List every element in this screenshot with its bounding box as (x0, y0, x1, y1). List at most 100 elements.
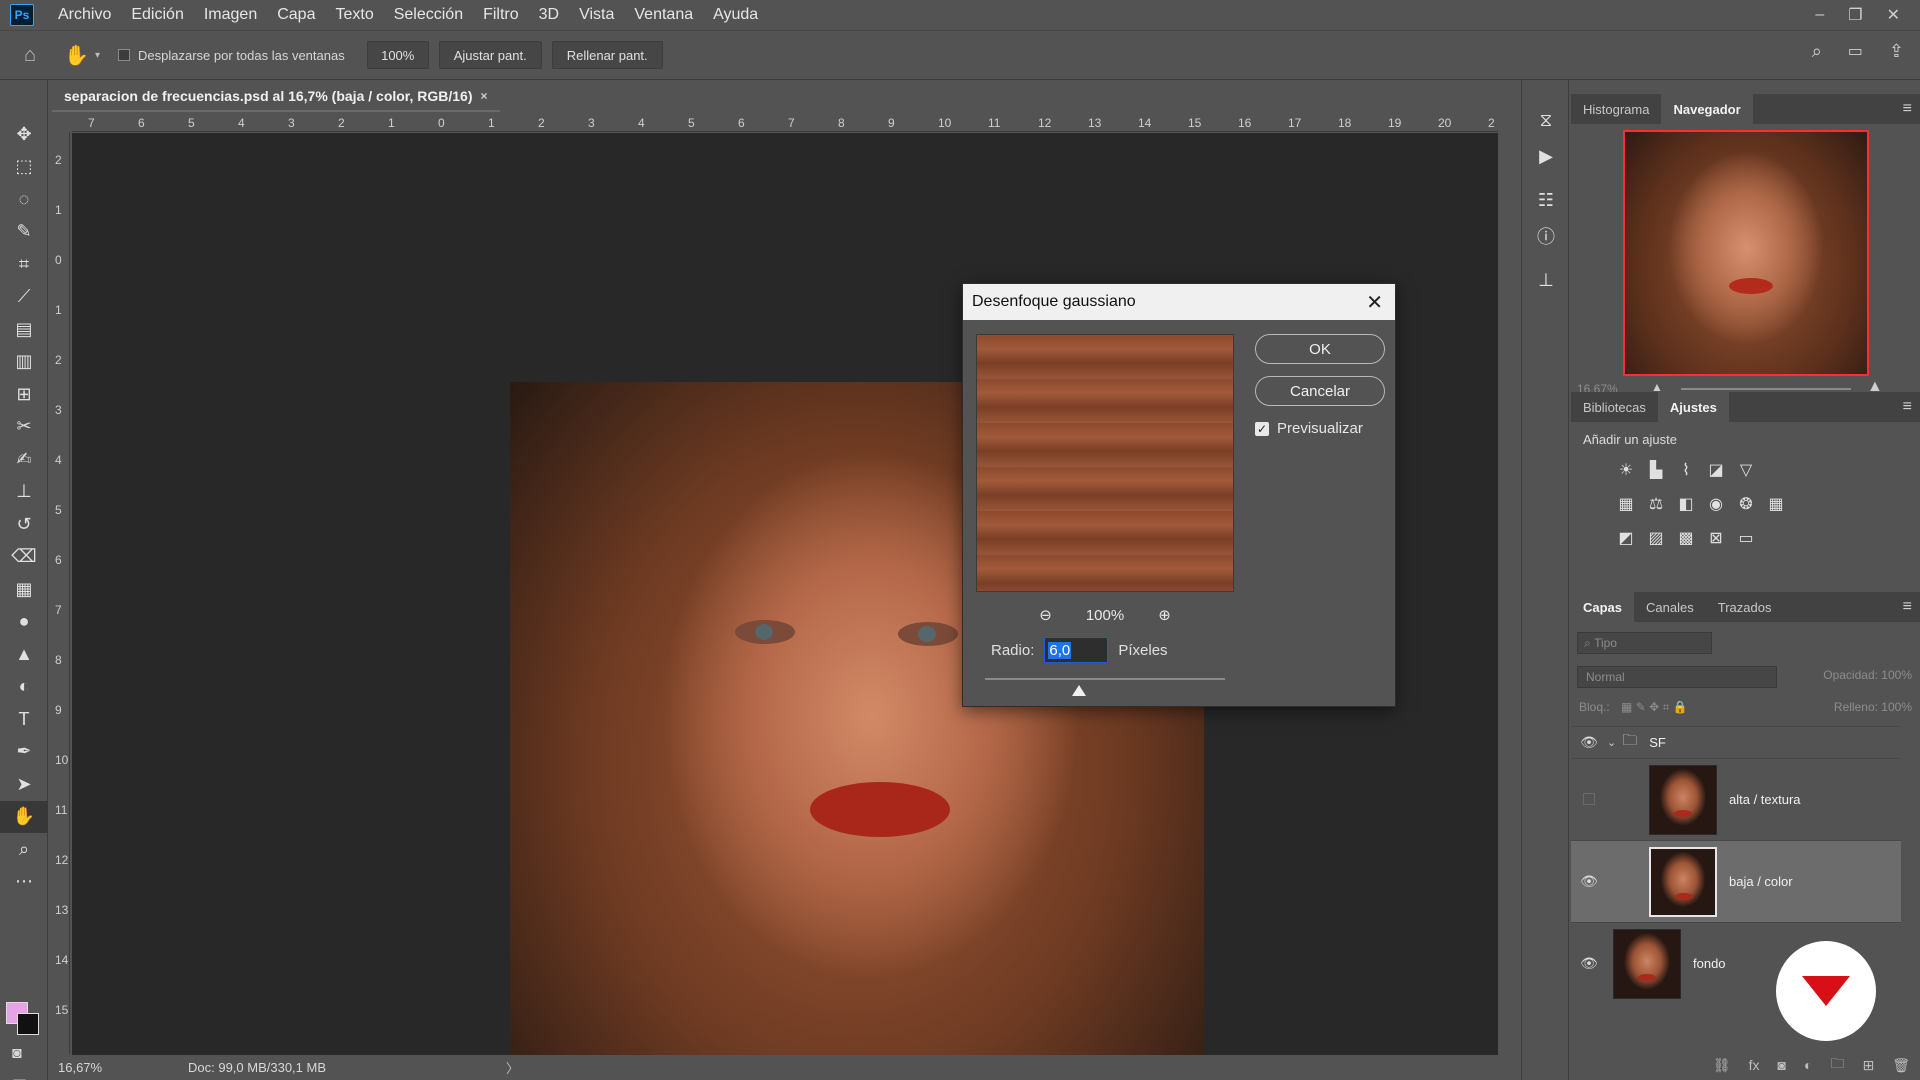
crop-tool-icon[interactable]: ⌗ (0, 248, 48, 281)
hand-tool-icon[interactable]: ✋ (0, 800, 48, 833)
zoom-tool-icon[interactable]: ⌕ (0, 833, 48, 866)
navigator-thumbnail[interactable] (1623, 130, 1869, 376)
menu-edicion[interactable]: Edición (121, 6, 193, 24)
fill-value[interactable]: 100% (1881, 700, 1912, 714)
workspace-icon[interactable]: ▭ (1848, 41, 1863, 62)
fx-icon[interactable]: fx (1749, 1057, 1760, 1073)
history-icon[interactable]: ⧖ (1522, 102, 1570, 138)
new-layer-icon[interactable]: ⊞ (1862, 1057, 1874, 1074)
eyedropper-tool-icon[interactable]: ⟋ (0, 281, 48, 314)
delete-layer-icon[interactable]: 🗑 (1892, 1057, 1910, 1074)
tab-histograma[interactable]: Histograma (1571, 94, 1661, 124)
menu-ayuda[interactable]: Ayuda (703, 6, 768, 24)
adjustment-layer-icon[interactable]: ◐ (1804, 1057, 1812, 1073)
document-tab[interactable]: separacion de frecuencias.psd al 16,7% (… (52, 82, 500, 112)
exposure-icon[interactable]: ◪ (1701, 456, 1731, 484)
actions-play-icon[interactable]: ▶ (1522, 138, 1570, 174)
menu-capa[interactable]: Capa (267, 6, 325, 24)
vibrance-icon[interactable]: ▽ (1731, 456, 1761, 484)
layer-alta-textura[interactable]: alta / textura (1571, 758, 1901, 840)
menu-vista[interactable]: Vista (569, 6, 624, 24)
properties-icon[interactable]: ☷ (1522, 182, 1570, 218)
chevron-down-icon[interactable]: ▾ (95, 50, 100, 61)
add-mask-icon[interactable]: ◙ (1778, 1057, 1786, 1073)
tab-ajustes[interactable]: Ajustes (1657, 392, 1729, 422)
pen-tool-icon[interactable]: ✒ (0, 736, 48, 769)
menu-archivo[interactable]: Archivo (48, 6, 121, 24)
background-color-swatch[interactable] (17, 1013, 39, 1035)
ok-button[interactable]: OK (1255, 334, 1385, 364)
close-icon[interactable]: ✕ (1887, 5, 1900, 25)
close-tab-icon[interactable]: × (481, 89, 488, 103)
healing-brush-icon[interactable]: ▤ (0, 313, 48, 346)
zoom-out-icon[interactable]: ⊖ (1039, 606, 1052, 624)
share-icon[interactable]: ⇪ (1889, 41, 1904, 62)
checkmark-icon[interactable]: ✓ (1255, 421, 1269, 436)
channel-mixer-icon[interactable]: ❂ (1731, 490, 1761, 518)
panel-menu-icon[interactable]: ≡ (1903, 598, 1912, 616)
layer-group-sf[interactable]: 👁 ⌄ 🗀 SF (1571, 726, 1901, 758)
clone-stamp-icon[interactable]: ⊥ (0, 476, 48, 509)
visibility-eye-icon[interactable]: 👁 (1571, 734, 1607, 751)
new-group-icon[interactable]: 🗀 (1830, 1053, 1844, 1077)
lasso-tool-icon[interactable]: ◌ (0, 183, 48, 216)
lock-pixels-icon[interactable]: ▦ ✎ ✥ ⌗ 🔒 (1621, 700, 1687, 714)
blend-mode-select[interactable]: Normal (1577, 666, 1777, 688)
eraser-tool-icon[interactable]: ⌫ (0, 541, 48, 574)
radius-slider[interactable] (985, 678, 1225, 696)
fill-screen-button[interactable]: Rellenar pant. (551, 41, 663, 69)
visibility-eye-icon[interactable]: 👁 (1571, 955, 1607, 972)
opacity-control[interactable]: Opacidad: 100% (1823, 668, 1912, 682)
layer-name[interactable]: baja / color (1729, 874, 1793, 889)
blur-tool-icon[interactable]: ● (0, 606, 48, 639)
radius-input[interactable]: 6,0 (1044, 637, 1109, 663)
more-tools-icon[interactable]: ⋯ (0, 866, 48, 899)
visibility-box[interactable] (1571, 792, 1607, 808)
posterize-icon[interactable]: ▨ (1641, 524, 1671, 552)
panel-menu-icon[interactable]: ≡ (1903, 100, 1912, 118)
invert-icon[interactable]: ◩ (1611, 524, 1641, 552)
menu-ventana[interactable]: Ventana (624, 6, 703, 24)
screen-mode-icon[interactable]: ▣ (12, 1075, 27, 1080)
menu-filtro[interactable]: Filtro (473, 6, 529, 24)
tab-canales[interactable]: Canales (1634, 592, 1706, 622)
scroll-all-windows-checkbox[interactable]: Desplazarse por todas las ventanas (118, 48, 345, 63)
zoom-in-icon[interactable]: ⊕ (1158, 606, 1171, 624)
layer-baja-color[interactable]: 👁 baja / color (1571, 840, 1901, 922)
gradient-map-icon[interactable]: ▭ (1731, 524, 1761, 552)
panel-menu-icon[interactable]: ≡ (1903, 398, 1912, 416)
brightness-icon[interactable]: ☀ (1611, 456, 1641, 484)
quick-mask-icon[interactable]: ◙ (12, 1045, 22, 1063)
path-select-icon[interactable]: ➤ (0, 768, 48, 801)
visibility-eye-icon[interactable]: 👁 (1571, 873, 1607, 890)
hue-saturation-icon[interactable]: ▦ (1611, 490, 1641, 518)
tab-trazados[interactable]: Trazados (1706, 592, 1784, 622)
frame-tool-icon[interactable]: ⊞ (0, 378, 48, 411)
tab-bibliotecas[interactable]: Bibliotecas (1571, 392, 1658, 422)
type-tool-icon[interactable]: T (0, 703, 48, 736)
status-expand-icon[interactable]: 〉 (506, 1058, 519, 1077)
photo-filter-icon[interactable]: ◉ (1701, 490, 1731, 518)
tab-capas[interactable]: Capas (1571, 592, 1635, 622)
slider-thumb[interactable] (1072, 685, 1086, 696)
marquee-tool-icon[interactable]: ⬚ (0, 151, 48, 184)
opacity-value[interactable]: 100% (1881, 668, 1912, 682)
radius-value[interactable]: 6,0 (1048, 641, 1072, 659)
patch-tool-icon[interactable]: ▥ (0, 346, 48, 379)
history-brush-icon[interactable]: ↺ (0, 508, 48, 541)
curves-icon[interactable]: ⌇ (1671, 456, 1701, 484)
layer-name[interactable]: SF (1649, 735, 1666, 750)
sharpen-tool-icon[interactable]: ▲ (0, 638, 48, 671)
dialog-titlebar[interactable]: Desenfoque gaussiano ✕ (963, 284, 1395, 320)
zoom-field[interactable]: 100% (366, 41, 429, 69)
preview-checkbox[interactable]: ✓ Previsualizar (1255, 420, 1363, 437)
clone-source-icon[interactable]: ⊥ (1522, 262, 1570, 298)
layer-filter-input[interactable]: ⌕ Tipo (1577, 632, 1712, 654)
layer-name[interactable]: alta / textura (1729, 792, 1801, 807)
threshold-icon[interactable]: ▩ (1671, 524, 1701, 552)
status-zoom[interactable]: 16,67% (58, 1060, 168, 1075)
close-icon[interactable]: ✕ (1366, 290, 1383, 315)
menu-texto[interactable]: Texto (325, 6, 383, 24)
color-balance-icon[interactable]: ⚖ (1641, 490, 1671, 518)
cancel-button[interactable]: Cancelar (1255, 376, 1385, 406)
